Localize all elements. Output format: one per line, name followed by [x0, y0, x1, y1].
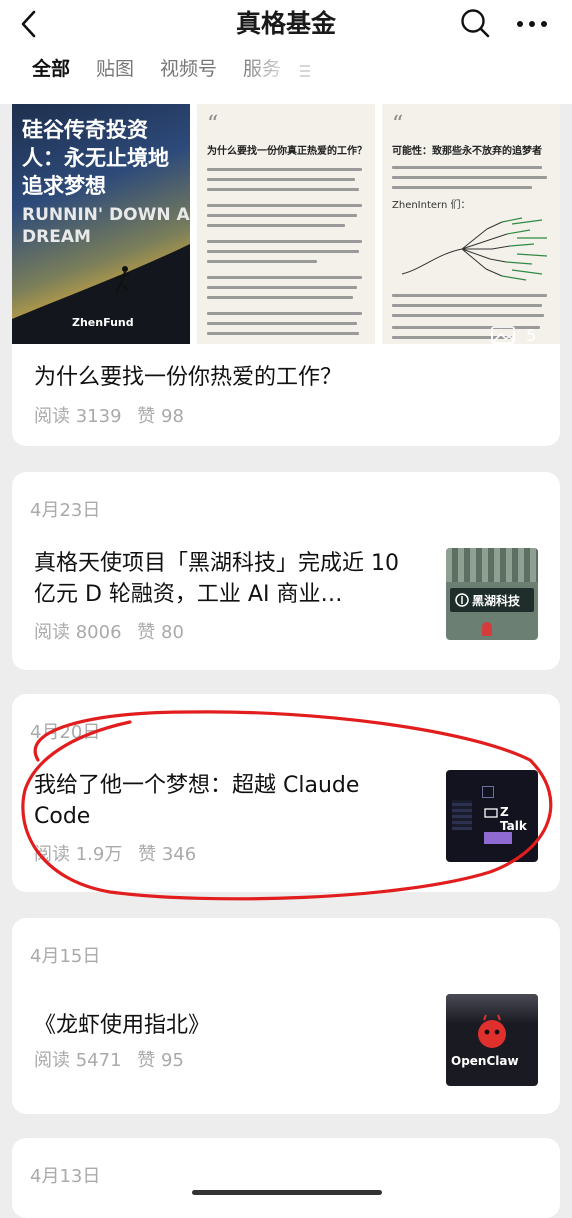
read-count: 阅读 3139 [34, 406, 122, 427]
text-line [207, 260, 317, 263]
article-stats: 阅读 1.9万 赞 346 [34, 840, 206, 866]
text-line [392, 314, 544, 317]
text-line [392, 176, 547, 179]
text-line [392, 166, 542, 169]
building-facade [446, 548, 538, 582]
article-card[interactable]: 4月20日 我给了他一个梦想：超越 Claude Code 阅读 1.9万 赞 … [12, 694, 560, 892]
thumb-label: OpenClaw [451, 1054, 519, 1068]
article-card[interactable]: 4月23日 真格天使项目「黑湖科技」完成近 10 亿元 D 轮融资，工业 AI … [12, 472, 560, 670]
article-title[interactable]: 《龙虾使用指北》 [34, 1010, 414, 1041]
text-line [207, 296, 353, 299]
home-indicator [192, 1190, 382, 1195]
figure [482, 622, 492, 636]
text-line [392, 294, 547, 297]
article-title[interactable]: 我给了他一个梦想：超越 Claude Code [34, 770, 414, 832]
text-line [207, 224, 345, 227]
pixel-decoration [452, 800, 472, 830]
text-line [207, 188, 359, 191]
article-date: 4月20日 [30, 722, 101, 743]
search-button[interactable] [458, 6, 492, 40]
text-line [207, 214, 357, 217]
read-count: 阅读 1.9万 [34, 844, 123, 865]
text-line [392, 304, 542, 307]
text-line [207, 276, 362, 279]
more-dots-icon [517, 21, 547, 27]
quote-icon: “ [207, 112, 219, 137]
cover-image[interactable]: 硅谷传奇投资人：永无止境地追求梦想 RUNNIN' DOWN A DREAM Z… [12, 104, 190, 344]
text-line [207, 250, 359, 253]
article-thumbnail[interactable]: OpenClaw [446, 994, 538, 1086]
article-date: 4月13日 [30, 1166, 101, 1187]
list-icon [300, 65, 310, 77]
article-thumbnail[interactable]: 黑湖科技 [446, 548, 538, 640]
doc1-title: 为什么要找一份你真正热爱的工作？ [207, 146, 367, 157]
article-card[interactable]: 硅谷传奇投资人：永无止境地追求梦想 RUNNIN' DOWN A DREAM Z… [12, 92, 560, 446]
text-line [392, 186, 532, 189]
quote-icon: “ [392, 112, 404, 137]
text-line [207, 322, 357, 325]
image-count: 5 [526, 326, 537, 345]
text-line [207, 332, 359, 335]
doc2-title: 可能性：致那些永不放弃的追梦者 [392, 146, 542, 157]
article-thumbnail[interactable]: Z Talk [446, 770, 538, 862]
cover-brand: ZhenFund [72, 316, 134, 329]
tab-images[interactable]: 贴图 [96, 56, 134, 86]
more-button[interactable] [512, 6, 552, 40]
tab-all[interactable]: 全部 [32, 56, 70, 86]
text-line [207, 204, 362, 207]
like-count: 赞 98 [137, 406, 184, 427]
pixel-frame [482, 786, 494, 798]
like-count: 赞 80 [137, 622, 184, 643]
logo-icon [455, 593, 469, 607]
image-stack-icon [491, 326, 515, 344]
text-line [207, 286, 357, 289]
tab-channels[interactable]: 视频号 [160, 56, 217, 86]
like-count: 赞 346 [138, 844, 197, 865]
doc2-subtitle: ZhenIntern 们： [392, 200, 471, 211]
lobster-icon [478, 1014, 506, 1048]
article-date: 4月15日 [30, 946, 101, 967]
text-line [207, 240, 362, 243]
app-header: 真格基金 全部 贴图 视频号 服务 [0, 0, 572, 104]
like-count: 赞 95 [137, 1050, 184, 1071]
thumb-label: Z Talk [500, 805, 527, 833]
network-drawing [401, 217, 548, 281]
article-stats: 阅读 8006 赞 80 [34, 618, 194, 644]
chat-icon [484, 808, 498, 818]
article-card[interactable]: 4月13日 [12, 1138, 560, 1218]
article-card[interactable]: 4月15日 《龙虾使用指北》 阅读 5471 赞 95 OpenClaw [12, 918, 560, 1114]
image-gallery[interactable]: 硅谷传奇投资人：永无止境地追求梦想 RUNNIN' DOWN A DREAM Z… [12, 104, 560, 345]
search-icon [461, 9, 490, 38]
document-image-2[interactable]: “ 可能性：致那些永不放弃的追梦者 ZhenIntern 们： [382, 104, 560, 344]
article-title[interactable]: 为什么要找一份你热爱的工作？ [34, 362, 554, 393]
read-count: 阅读 8006 [34, 622, 122, 643]
text-line [207, 312, 362, 315]
thumb-label: 黑湖科技 [472, 594, 521, 608]
article-stats: 阅读 3139 赞 98 [34, 402, 194, 428]
cover-cn-title: 硅谷传奇投资人：永无止境地追求梦想 [22, 118, 169, 198]
article-title[interactable]: 真格天使项目「黑湖科技」完成近 10 亿元 D 轮融资，工业 AI 商业… [34, 548, 414, 610]
read-count: 阅读 5471 [34, 1050, 122, 1071]
article-date: 4月23日 [30, 500, 101, 521]
cover-en-title: RUNNIN' DOWN A DREAM [22, 205, 190, 247]
text-line [207, 178, 355, 181]
article-stats: 阅读 5471 赞 95 [34, 1046, 194, 1072]
document-image-1[interactable]: “ 为什么要找一份你真正热爱的工作？ [197, 104, 375, 344]
tab-overflow-fade [240, 56, 340, 86]
text-line [207, 168, 362, 171]
pixel-robot [484, 832, 512, 844]
